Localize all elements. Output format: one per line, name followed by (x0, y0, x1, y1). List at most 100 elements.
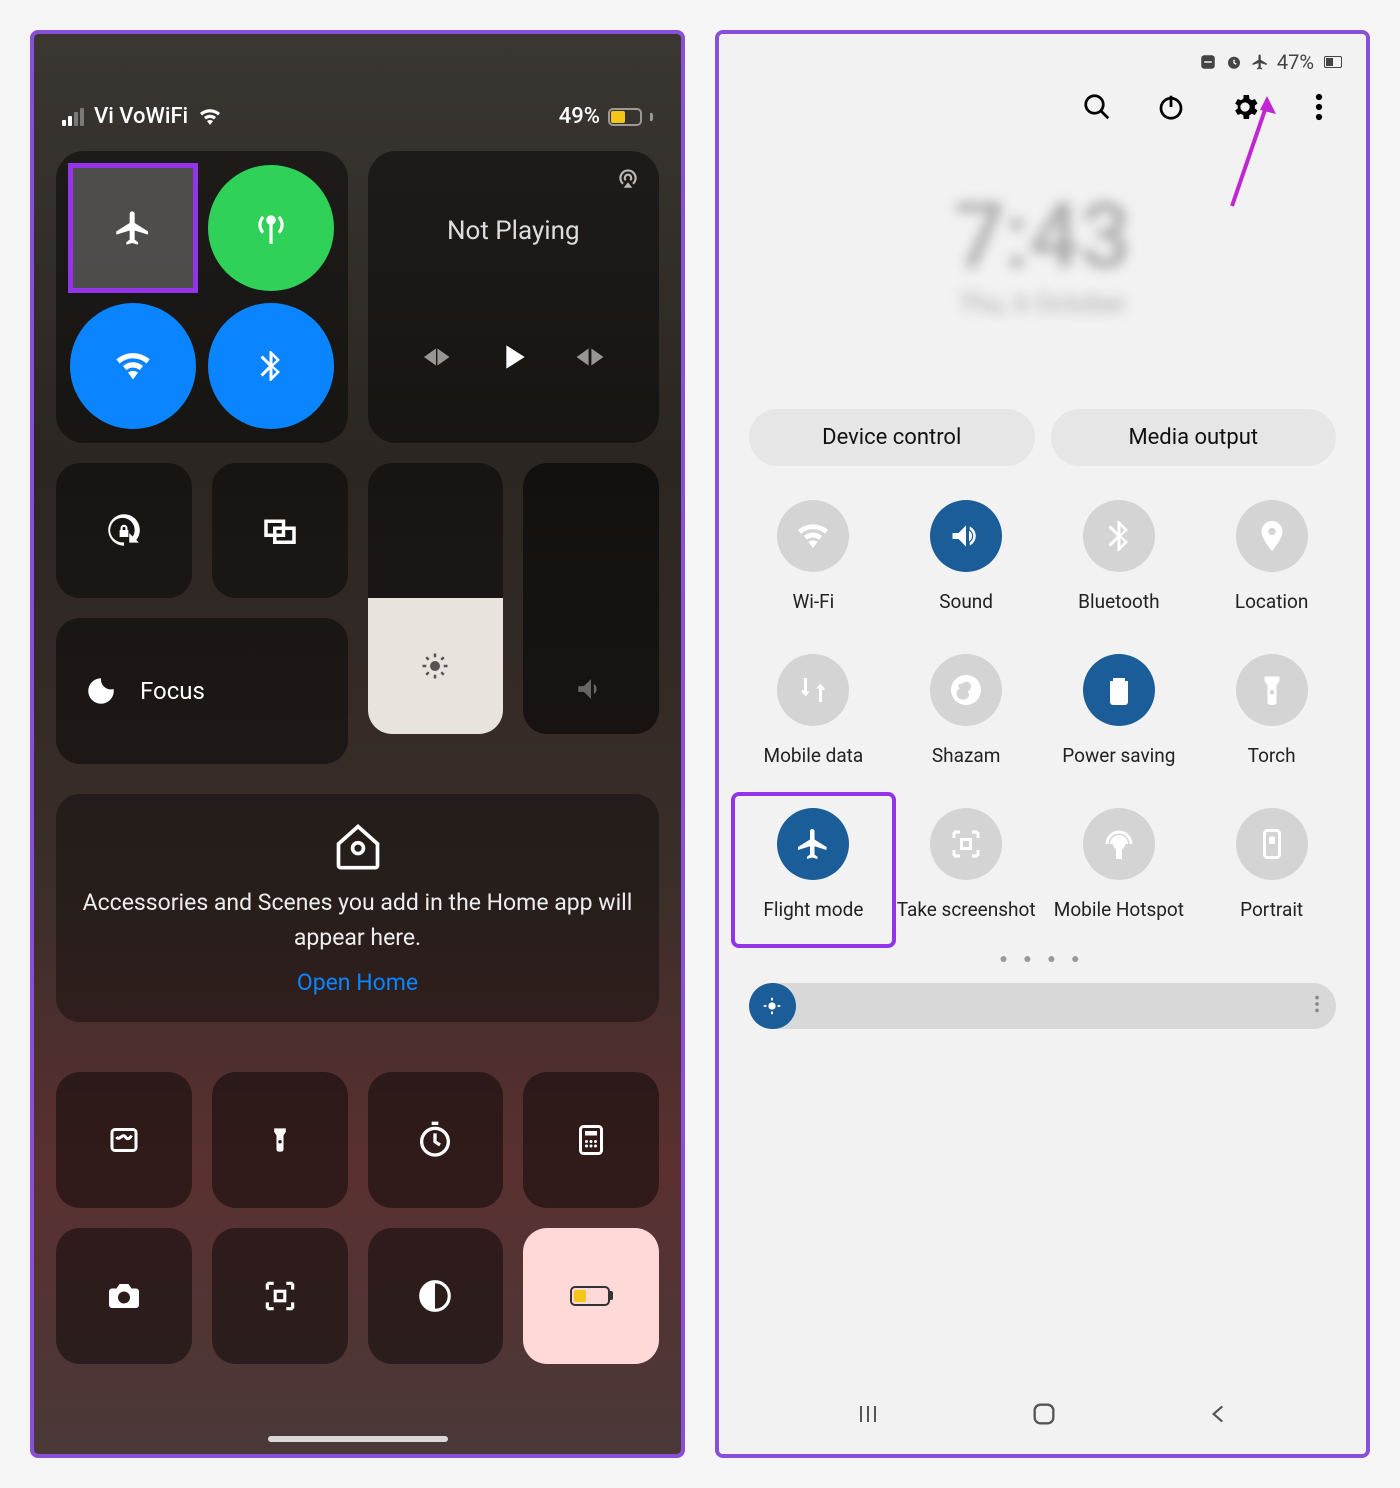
play-button[interactable] (493, 337, 533, 377)
more-button[interactable] (1302, 90, 1336, 124)
ios-control-center-screenshot: Vi VoWiFi 49% (30, 30, 685, 1458)
calculator-shortcut[interactable] (523, 1072, 659, 1208)
qs-label: Mobile data (764, 734, 864, 778)
focus-label: Focus (140, 677, 205, 705)
qs-shazam[interactable]: Shazam (890, 644, 1043, 788)
qs-mobiledata[interactable]: Mobile data (737, 644, 890, 788)
qs-label: Shazam (932, 734, 1001, 778)
cellular-signal-icon (62, 108, 84, 126)
sound-icon (930, 500, 1002, 572)
qs-label: Flight mode (763, 888, 863, 932)
calculator-icon (573, 1122, 609, 1158)
wifi-icon (113, 346, 153, 386)
hotspot-icon (1083, 808, 1155, 880)
dnd-icon (1199, 53, 1217, 71)
next-track-button[interactable] (573, 340, 607, 374)
freeform-shortcut[interactable] (56, 1072, 192, 1208)
android-quick-panel-screenshot: 47% 7:43 Thu, 6 October Device control M… (715, 30, 1370, 1458)
rotation-lock-icon (103, 509, 145, 551)
battery-icon (1322, 56, 1342, 68)
navigation-bar (719, 1400, 1366, 1432)
qs-portrait[interactable]: Portrait (1195, 798, 1348, 942)
focus-button[interactable]: Focus (56, 618, 348, 764)
qs-hotspot[interactable]: Mobile Hotspot (1043, 798, 1196, 942)
home-message: Accessories and Scenes you add in the Ho… (82, 886, 633, 955)
screen-mirroring-button[interactable] (212, 463, 348, 599)
qs-label: Take screenshot (897, 888, 1036, 932)
antenna-icon (252, 209, 290, 247)
alarm-icon (1225, 53, 1243, 71)
battery-percentage: 47% (1277, 50, 1314, 74)
search-button[interactable] (1080, 90, 1114, 124)
media-title: Not Playing (447, 216, 580, 246)
airplane-mode-toggle[interactable] (70, 165, 196, 291)
timer-icon (415, 1120, 455, 1160)
device-control-button[interactable]: Device control (749, 409, 1035, 466)
qs-label: Portrait (1240, 888, 1303, 932)
torch-icon (1236, 654, 1308, 726)
brightness-icon (420, 651, 450, 681)
home-button[interactable] (1030, 1400, 1058, 1432)
brightness-slider[interactable] (368, 463, 504, 735)
flashlight-toggle[interactable] (212, 1072, 348, 1208)
wifi-toggle[interactable] (70, 303, 196, 429)
location-icon (1236, 500, 1308, 572)
wifi-icon (198, 107, 222, 127)
flashlight-icon (266, 1120, 294, 1160)
home-accessories-tile[interactable]: Accessories and Scenes you add in the Ho… (56, 794, 659, 1022)
qs-label: Bluetooth (1078, 580, 1159, 624)
battery-percentage: 49% (559, 104, 600, 129)
battery-icon (570, 1286, 610, 1306)
dark-mode-toggle[interactable] (368, 1228, 504, 1364)
battery-icon (608, 108, 642, 126)
volume-slider[interactable] (523, 463, 659, 735)
note-icon (106, 1122, 142, 1158)
qs-sound[interactable]: Sound (890, 490, 1043, 634)
recents-button[interactable] (853, 1402, 883, 1430)
timer-shortcut[interactable] (368, 1072, 504, 1208)
qr-scanner-shortcut[interactable] (212, 1228, 348, 1364)
qs-label: Sound (939, 580, 993, 624)
qs-label: Location (1235, 580, 1309, 624)
low-power-mode-toggle[interactable] (523, 1228, 659, 1364)
qs-powersaving[interactable]: Power saving (1043, 644, 1196, 788)
qs-label: Power saving (1062, 734, 1175, 778)
airplane-icon (113, 208, 153, 248)
brightness-more-icon[interactable] (1314, 993, 1320, 1019)
home-indicator[interactable] (268, 1436, 448, 1442)
qs-torch[interactable]: Torch (1195, 644, 1348, 788)
open-home-link[interactable]: Open Home (297, 969, 418, 996)
media-output-button[interactable]: Media output (1051, 409, 1337, 466)
camera-icon (104, 1278, 144, 1314)
bluetooth-toggle[interactable] (208, 303, 334, 429)
camera-shortcut[interactable] (56, 1228, 192, 1364)
android-status-bar: 47% (719, 34, 1366, 80)
qs-label: Wi-Fi (792, 580, 834, 624)
wifi-icon (777, 500, 849, 572)
shazam-icon (930, 654, 1002, 726)
page-indicator: ● ● ● ● (719, 950, 1366, 967)
back-button[interactable] (1206, 1401, 1232, 1431)
qs-flight[interactable]: Flight mode (737, 798, 890, 942)
qs-location[interactable]: Location (1195, 490, 1348, 634)
flight-icon (777, 808, 849, 880)
quick-settings-grid: Wi-Fi Sound Bluetooth Location Mobile data Sh… (719, 490, 1366, 942)
media-tile[interactable]: Not Playing (368, 151, 660, 443)
clock-widget: 7:43 Thu, 6 October (719, 184, 1366, 319)
qs-wifi[interactable]: Wi-Fi (737, 490, 890, 634)
bluetooth-icon (253, 348, 289, 384)
orientation-lock-toggle[interactable] (56, 463, 192, 599)
prev-track-button[interactable] (419, 340, 453, 374)
qs-label: Mobile Hotspot (1054, 888, 1184, 932)
brightness-slider[interactable] (749, 983, 1336, 1029)
ios-status-bar: Vi VoWiFi 49% (34, 84, 681, 139)
mobiledata-icon (777, 654, 849, 726)
airplane-status-icon (1251, 53, 1269, 71)
qs-screenshot[interactable]: Take screenshot (890, 798, 1043, 942)
airplay-icon[interactable] (615, 165, 641, 195)
power-button[interactable] (1154, 90, 1188, 124)
qs-bluetooth[interactable]: Bluetooth (1043, 490, 1196, 634)
screen-mirroring-icon (259, 509, 301, 551)
screenshot-icon (930, 808, 1002, 880)
cellular-data-toggle[interactable] (208, 165, 334, 291)
